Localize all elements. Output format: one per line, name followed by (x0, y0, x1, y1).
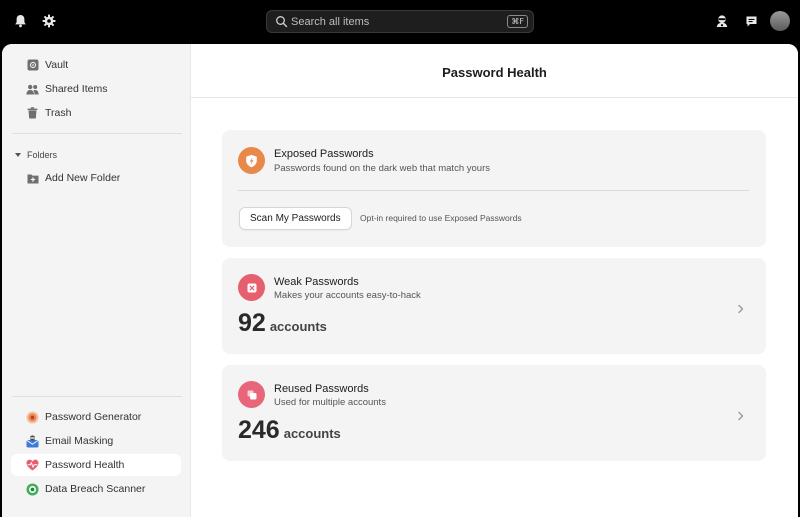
weak-passwords-subtitle: Makes your accounts easy-to-hack (274, 290, 421, 301)
search-icon (275, 15, 288, 28)
chat-icon[interactable] (742, 12, 760, 30)
people-icon (26, 83, 39, 96)
sidebar-item-password-health[interactable]: Password Health (11, 454, 181, 476)
page-title: Password Health (442, 65, 547, 80)
sidebar-item-trash[interactable]: Trash (11, 102, 181, 124)
exposed-passwords-card: Exposed Passwords Passwords found on the… (222, 130, 766, 247)
sidebar-divider (12, 396, 182, 397)
trash-icon (26, 107, 39, 120)
search-input[interactable]: Search all items ⌘F (266, 10, 534, 33)
sidebar-item-label: Vault (45, 59, 69, 71)
sidebar-item-label: Email Masking (45, 435, 114, 447)
reused-passwords-title: Reused Passwords (274, 383, 369, 395)
sidebar-item-label: Trash (45, 107, 72, 119)
sidebar-item-label: Password Generator (45, 411, 142, 423)
add-folder-label: Add New Folder (45, 172, 121, 184)
sidebar-item-label: Data Breach Scanner (45, 483, 146, 495)
email-mask-icon (26, 434, 39, 448)
weak-password-icon (238, 274, 265, 301)
weak-passwords-card[interactable]: Weak Passwords Makes your accounts easy-… (222, 258, 766, 354)
top-bar: Search all items ⌘F (0, 0, 800, 44)
sidebar-item-label: Shared Items (45, 83, 108, 95)
sidebar-item-label: Password Health (45, 459, 125, 471)
sidebar-item-email-masking[interactable]: Email Masking (11, 430, 181, 452)
reused-count-unit: accounts (283, 426, 341, 441)
weak-passwords-count: 92 accounts (238, 309, 327, 338)
avatar[interactable] (770, 11, 790, 31)
chevron-right-icon (737, 301, 745, 314)
sidebar-item-data-breach-scanner[interactable]: Data Breach Scanner (11, 478, 181, 500)
weak-count-unit: accounts (269, 319, 327, 334)
exposed-passwords-subtitle: Passwords found on the dark web that mat… (274, 163, 490, 174)
sidebar-divider (12, 133, 182, 134)
gear-icon[interactable] (40, 12, 58, 30)
reused-passwords-card[interactable]: Reused Passwords Used for multiple accou… (222, 365, 766, 461)
password-generator-icon (26, 411, 39, 424)
opt-in-note: Opt-in required to use Exposed Passwords (360, 213, 522, 223)
reused-count-number: 246 (238, 416, 280, 444)
folders-section-toggle[interactable]: Folders (15, 150, 57, 160)
sidebar-item-vault[interactable]: Vault (11, 54, 181, 76)
chevron-right-icon (737, 408, 745, 421)
sidebar-item-password-generator[interactable]: Password Generator (11, 406, 181, 428)
scan-my-passwords-button[interactable]: Scan My Passwords (239, 207, 352, 230)
bell-icon[interactable] (11, 12, 29, 30)
shield-alert-icon (238, 147, 265, 174)
weak-count-number: 92 (238, 309, 266, 337)
search-placeholder: Search all items (291, 16, 370, 28)
vault-icon (26, 59, 39, 72)
sidebar: Vault Shared Items Trash Folders Add New… (2, 44, 191, 517)
main-content: Password Health Exposed Passwords Passwo… (191, 44, 798, 517)
duplicate-icon (238, 381, 265, 408)
sidebar-item-shared-items[interactable]: Shared Items (11, 78, 181, 100)
add-new-folder-button[interactable]: Add New Folder (11, 167, 181, 189)
breach-scanner-icon (26, 483, 39, 496)
folders-label: Folders (27, 150, 58, 160)
disclosure-triangle-icon (15, 153, 21, 157)
app-window: Vault Shared Items Trash Folders Add New… (2, 44, 798, 517)
reused-passwords-count: 246 accounts (238, 416, 341, 445)
heart-pulse-icon (26, 459, 39, 472)
exposed-passwords-title: Exposed Passwords (274, 148, 374, 160)
page-header: Password Health (191, 44, 798, 98)
search-shortcut-badge: ⌘F (507, 15, 528, 28)
weak-passwords-title: Weak Passwords (274, 276, 359, 288)
mask-user-icon[interactable] (713, 12, 731, 30)
reused-passwords-subtitle: Used for multiple accounts (274, 397, 386, 408)
card-divider (238, 190, 749, 191)
add-folder-icon (26, 172, 39, 185)
